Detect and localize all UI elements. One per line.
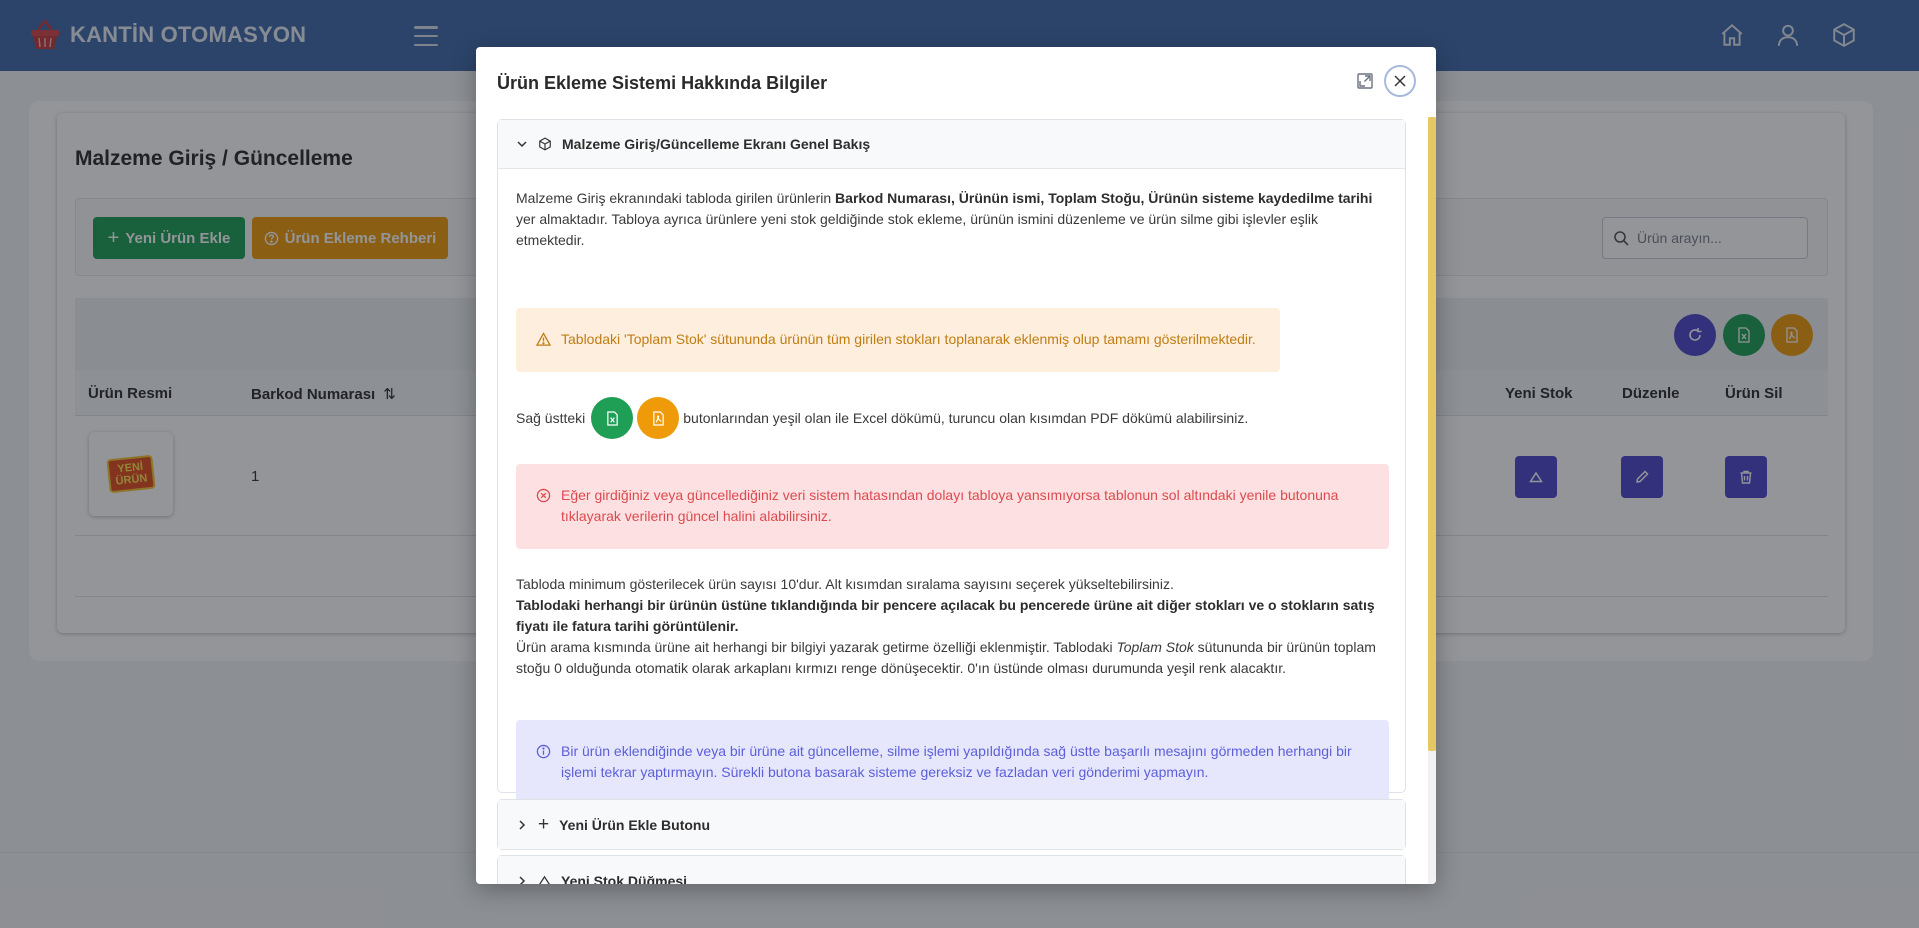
info-icon [536, 744, 551, 759]
close-button[interactable] [1384, 65, 1416, 97]
chevron-right-icon [519, 819, 526, 830]
accordion-header-new-stock[interactable]: Yeni Stok Düğmesi [498, 856, 1405, 884]
accordion-header-new-product[interactable]: + Yeni Ürün Ekle Butonu [498, 800, 1405, 849]
modal-title: Ürün Ekleme Sistemi Hakkında Bilgiler [497, 73, 828, 93]
triangle-icon [539, 875, 550, 884]
warning-icon [536, 332, 551, 346]
chevron-down-icon [517, 141, 527, 148]
pdf-example-button [637, 397, 680, 439]
excel-example-button [591, 397, 634, 439]
accordion-overview: Malzeme Giriş/Güncelleme Ekranı Genel Ba… [497, 119, 1406, 804]
box-icon [539, 137, 551, 151]
details-paragraph: Tabloda minimum gösterilecek ürün sayısı… [516, 576, 1376, 676]
chevron-right-icon [519, 875, 526, 884]
info-alert: Bir ürün eklendiğinde veya bir ürüne ait… [516, 720, 1389, 804]
danger-alert: Eğer girdiğiniz veya güncellediğiniz ver… [516, 464, 1389, 549]
modal-header: Ürün Ekleme Sistemi Hakkında Bilgiler [476, 47, 1436, 117]
plus-icon: + [538, 814, 550, 835]
info-modal: Ürün Ekleme Sistemi Hakkında Bilgiler Ma… [476, 47, 1436, 884]
accordion-new-product: + Yeni Ürün Ekle Butonu [497, 799, 1406, 850]
pdf-file-icon [653, 410, 664, 426]
accordion-body-overview: Malzeme Giriş ekranındaki tabloda girile… [498, 169, 1405, 804]
modal-scrollbar-thumb[interactable] [1428, 117, 1436, 751]
x-circle-icon [536, 488, 551, 503]
overview-paragraph: Malzeme Giriş ekranındaki tabloda girile… [516, 190, 1373, 248]
accordion-new-stock: Yeni Stok Düğmesi [497, 855, 1406, 884]
accordion-header-overview[interactable]: Malzeme Giriş/Güncelleme Ekranı Genel Ba… [498, 120, 1405, 169]
export-info-line: Sağ üstteki butonlarından yeşil olan ile… [516, 395, 1396, 441]
expand-icon[interactable] [1356, 72, 1374, 90]
excel-file-icon [607, 410, 618, 426]
close-icon [1394, 75, 1406, 87]
warning-alert: Tablodaki 'Toplam Stok' sütununda ürünün… [516, 308, 1280, 372]
modal-body: Malzeme Giriş/Güncelleme Ekranı Genel Ba… [497, 117, 1420, 884]
